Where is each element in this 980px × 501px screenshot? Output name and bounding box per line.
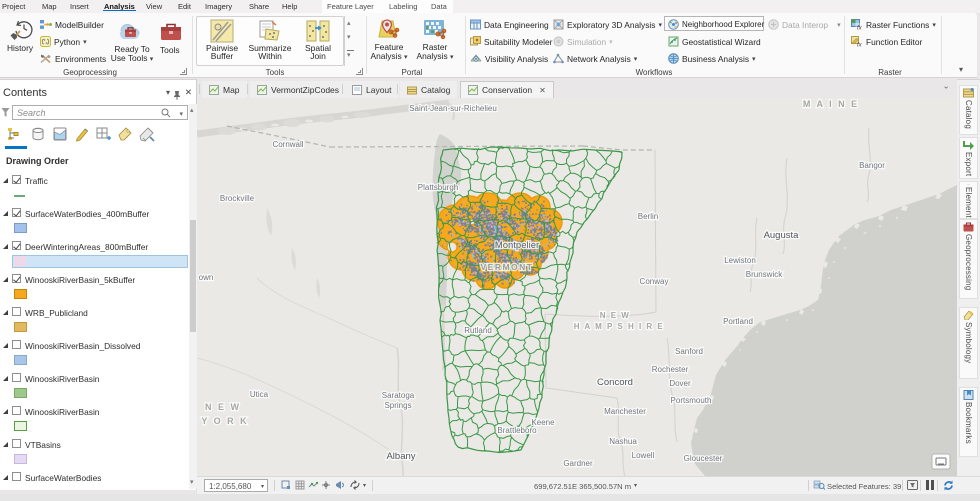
svg-text:Y O R K: Y O R K xyxy=(201,416,248,426)
svg-text:N E W: N E W xyxy=(205,402,241,412)
svg-text:Albany: Albany xyxy=(386,451,415,462)
svg-text:Brunswick: Brunswick xyxy=(746,270,783,279)
svg-text:Saratoga: Saratoga xyxy=(382,391,415,400)
svg-text:H A M P S H I R E: H A M P S H I R E xyxy=(574,322,665,331)
svg-text:fx: fx xyxy=(857,43,863,48)
svg-text:Manchester: Manchester xyxy=(604,407,646,416)
svg-text:Plattsburgh: Plattsburgh xyxy=(418,183,458,192)
svg-text:Brockville: Brockville xyxy=(220,194,255,203)
svg-text:own: own xyxy=(199,273,214,282)
svg-text:N E W: N E W xyxy=(600,311,631,320)
svg-text:Portland: Portland xyxy=(723,317,753,326)
svg-text:Gloucester: Gloucester xyxy=(684,454,723,463)
svg-text:Bangor: Bangor xyxy=(859,161,885,170)
svg-text:Nashua: Nashua xyxy=(609,437,637,446)
svg-text:Dover: Dover xyxy=(669,379,691,388)
svg-text:Sanford: Sanford xyxy=(675,347,703,356)
svg-text:Portsmouth: Portsmouth xyxy=(671,396,712,405)
svg-text:Lowell: Lowell xyxy=(632,451,655,460)
svg-text:Conway: Conway xyxy=(640,277,669,286)
svg-text:Montpelier: Montpelier xyxy=(495,240,539,251)
svg-text:VERMONT: VERMONT xyxy=(481,262,534,272)
svg-text:Concord: Concord xyxy=(597,377,633,388)
svg-text:Utica: Utica xyxy=(250,390,269,399)
svg-text:M A I N E: M A I N E xyxy=(803,99,859,109)
svg-text:Cornwall: Cornwall xyxy=(272,140,303,149)
svg-text:Saint-Jean-sur-Richelieu: Saint-Jean-sur-Richelieu xyxy=(409,104,497,113)
svg-text:fx: fx xyxy=(857,26,863,31)
svg-text:Rochester: Rochester xyxy=(652,365,689,374)
svg-text:Berlin: Berlin xyxy=(638,212,658,221)
svg-text:Rutland: Rutland xyxy=(464,326,492,335)
svg-text:Gardner: Gardner xyxy=(563,459,593,468)
svg-text:Augusta: Augusta xyxy=(764,230,800,241)
svg-text:Springs: Springs xyxy=(384,401,411,410)
svg-text:Lewiston: Lewiston xyxy=(724,256,756,265)
svg-text:Brattleboro: Brattleboro xyxy=(497,426,537,435)
